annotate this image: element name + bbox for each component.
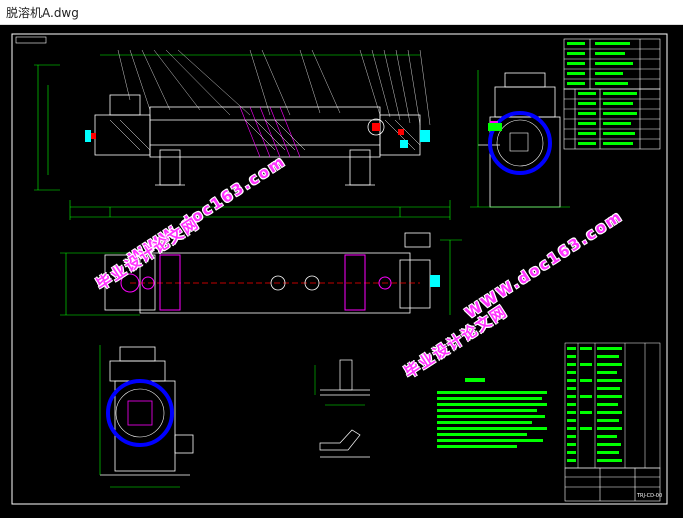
window-title: 脱溶机A.dwg xyxy=(6,6,79,20)
technical-notes xyxy=(437,378,547,448)
border-tag xyxy=(15,36,47,44)
window-titlebar: 脱溶机A.dwg xyxy=(0,0,683,25)
leader-lines xyxy=(117,49,431,126)
section-detail-a xyxy=(320,359,370,396)
plan-view-magenta xyxy=(120,254,392,311)
top-right-table-text xyxy=(567,42,637,145)
end-view-flange xyxy=(488,111,552,175)
bottom-view-flange xyxy=(106,379,174,447)
parts-list-text xyxy=(567,347,622,462)
end-view-bottom xyxy=(100,346,194,476)
drawing-canvas[interactable]: TRJ-CD-00 WWW.doc163.com 毕业设计论文网 WWW.doc… xyxy=(0,25,683,518)
side-elevation-accents xyxy=(90,123,404,139)
section-detail-b xyxy=(319,429,370,458)
title-block-code: TRJ-CD-00 xyxy=(636,493,662,499)
plan-view-nozzle xyxy=(430,275,440,287)
